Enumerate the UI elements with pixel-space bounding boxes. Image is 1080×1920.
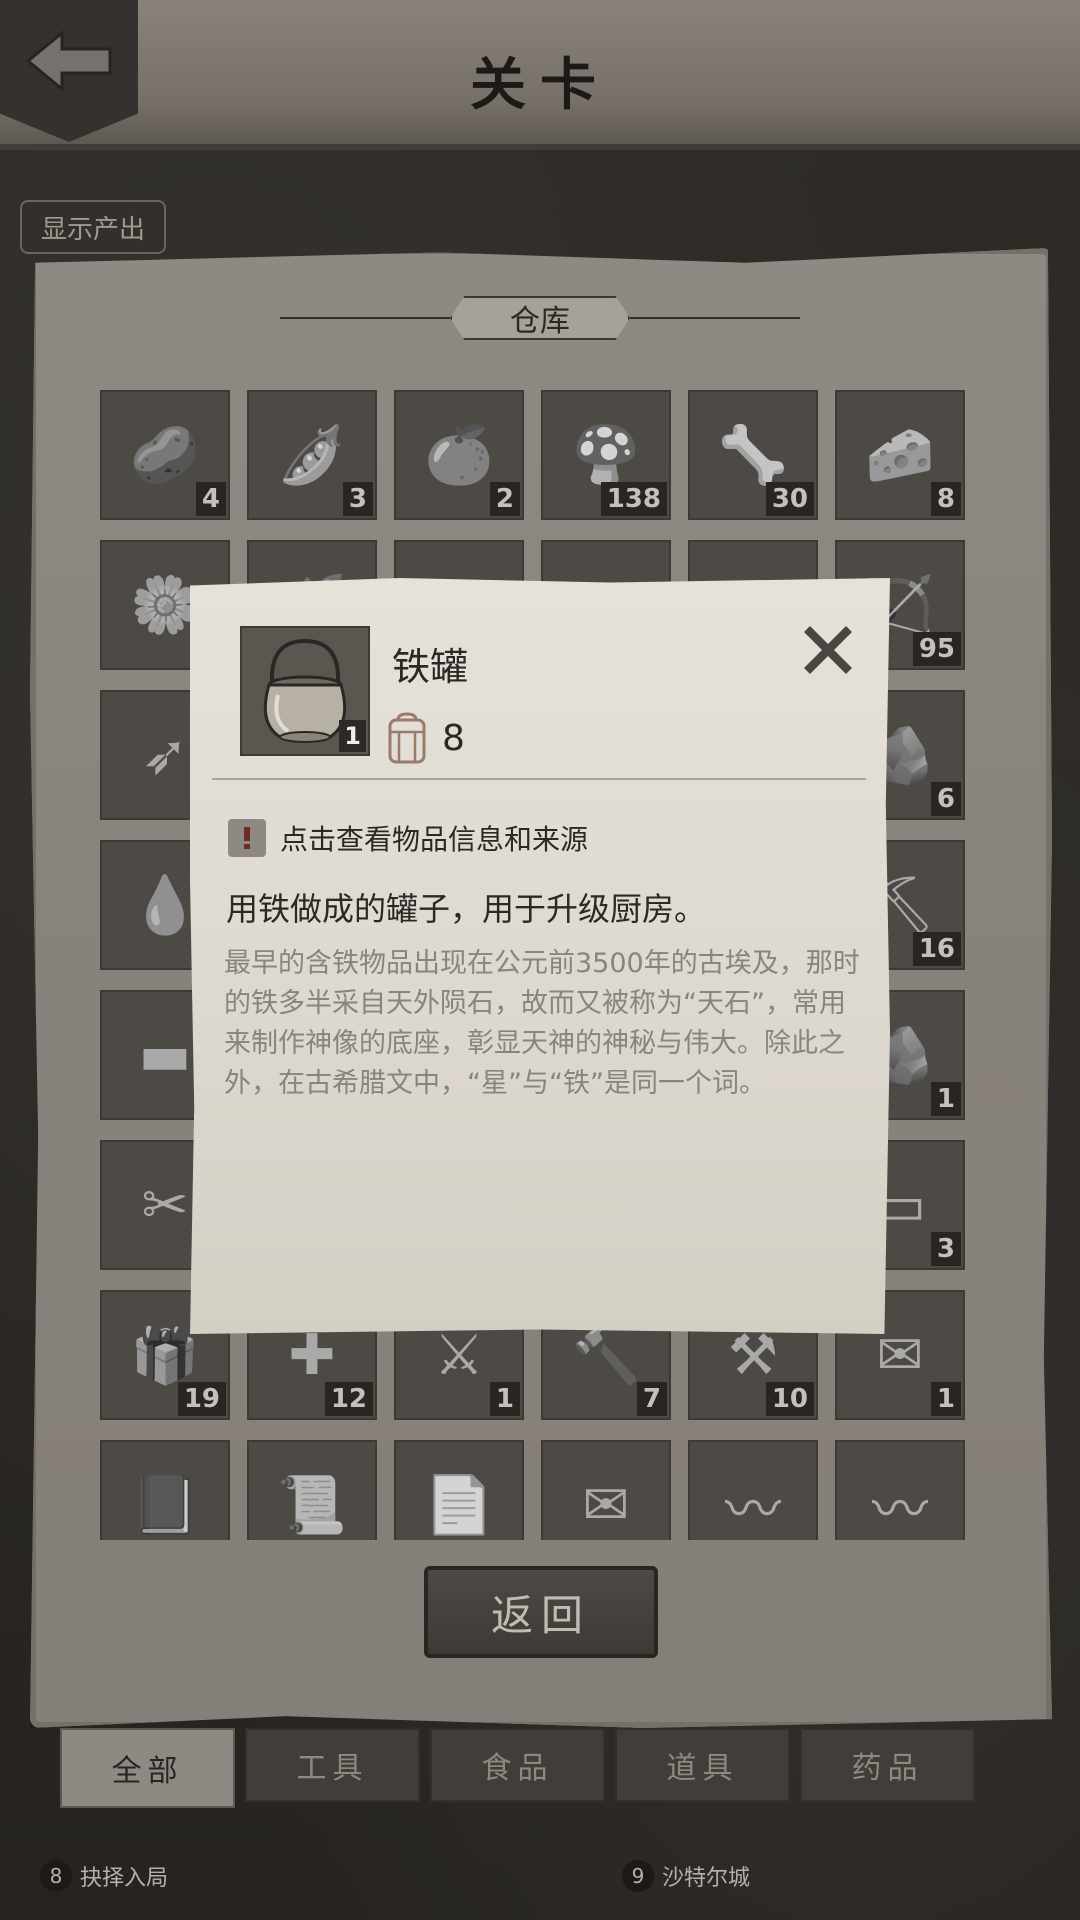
item-count: 1 [339, 720, 366, 752]
backpack-icon [388, 712, 426, 764]
bag-capacity: 8 [384, 712, 465, 764]
item-name: 铁罐 [392, 645, 469, 689]
bag-value: 8 [442, 717, 465, 759]
item-lore: 最早的含铁物品出现在公元前3500年的古埃及，那时的铁多半采自天外陨石，故而又被… [224, 948, 860, 1099]
exclamation-icon [228, 819, 266, 857]
warehouse-title: 仓库 [450, 296, 630, 340]
item-source-hint[interactable]: 点击查看物品信息和来源 [228, 818, 588, 858]
close-button[interactable] [790, 612, 866, 688]
hint-text: 点击查看物品信息和来源 [280, 823, 589, 856]
item-description: 用铁做成的罐子，用于升级厨房。 [226, 890, 707, 928]
close-icon [804, 626, 852, 674]
popup-divider [212, 778, 866, 780]
item-detail-icon: 1 [240, 626, 370, 756]
